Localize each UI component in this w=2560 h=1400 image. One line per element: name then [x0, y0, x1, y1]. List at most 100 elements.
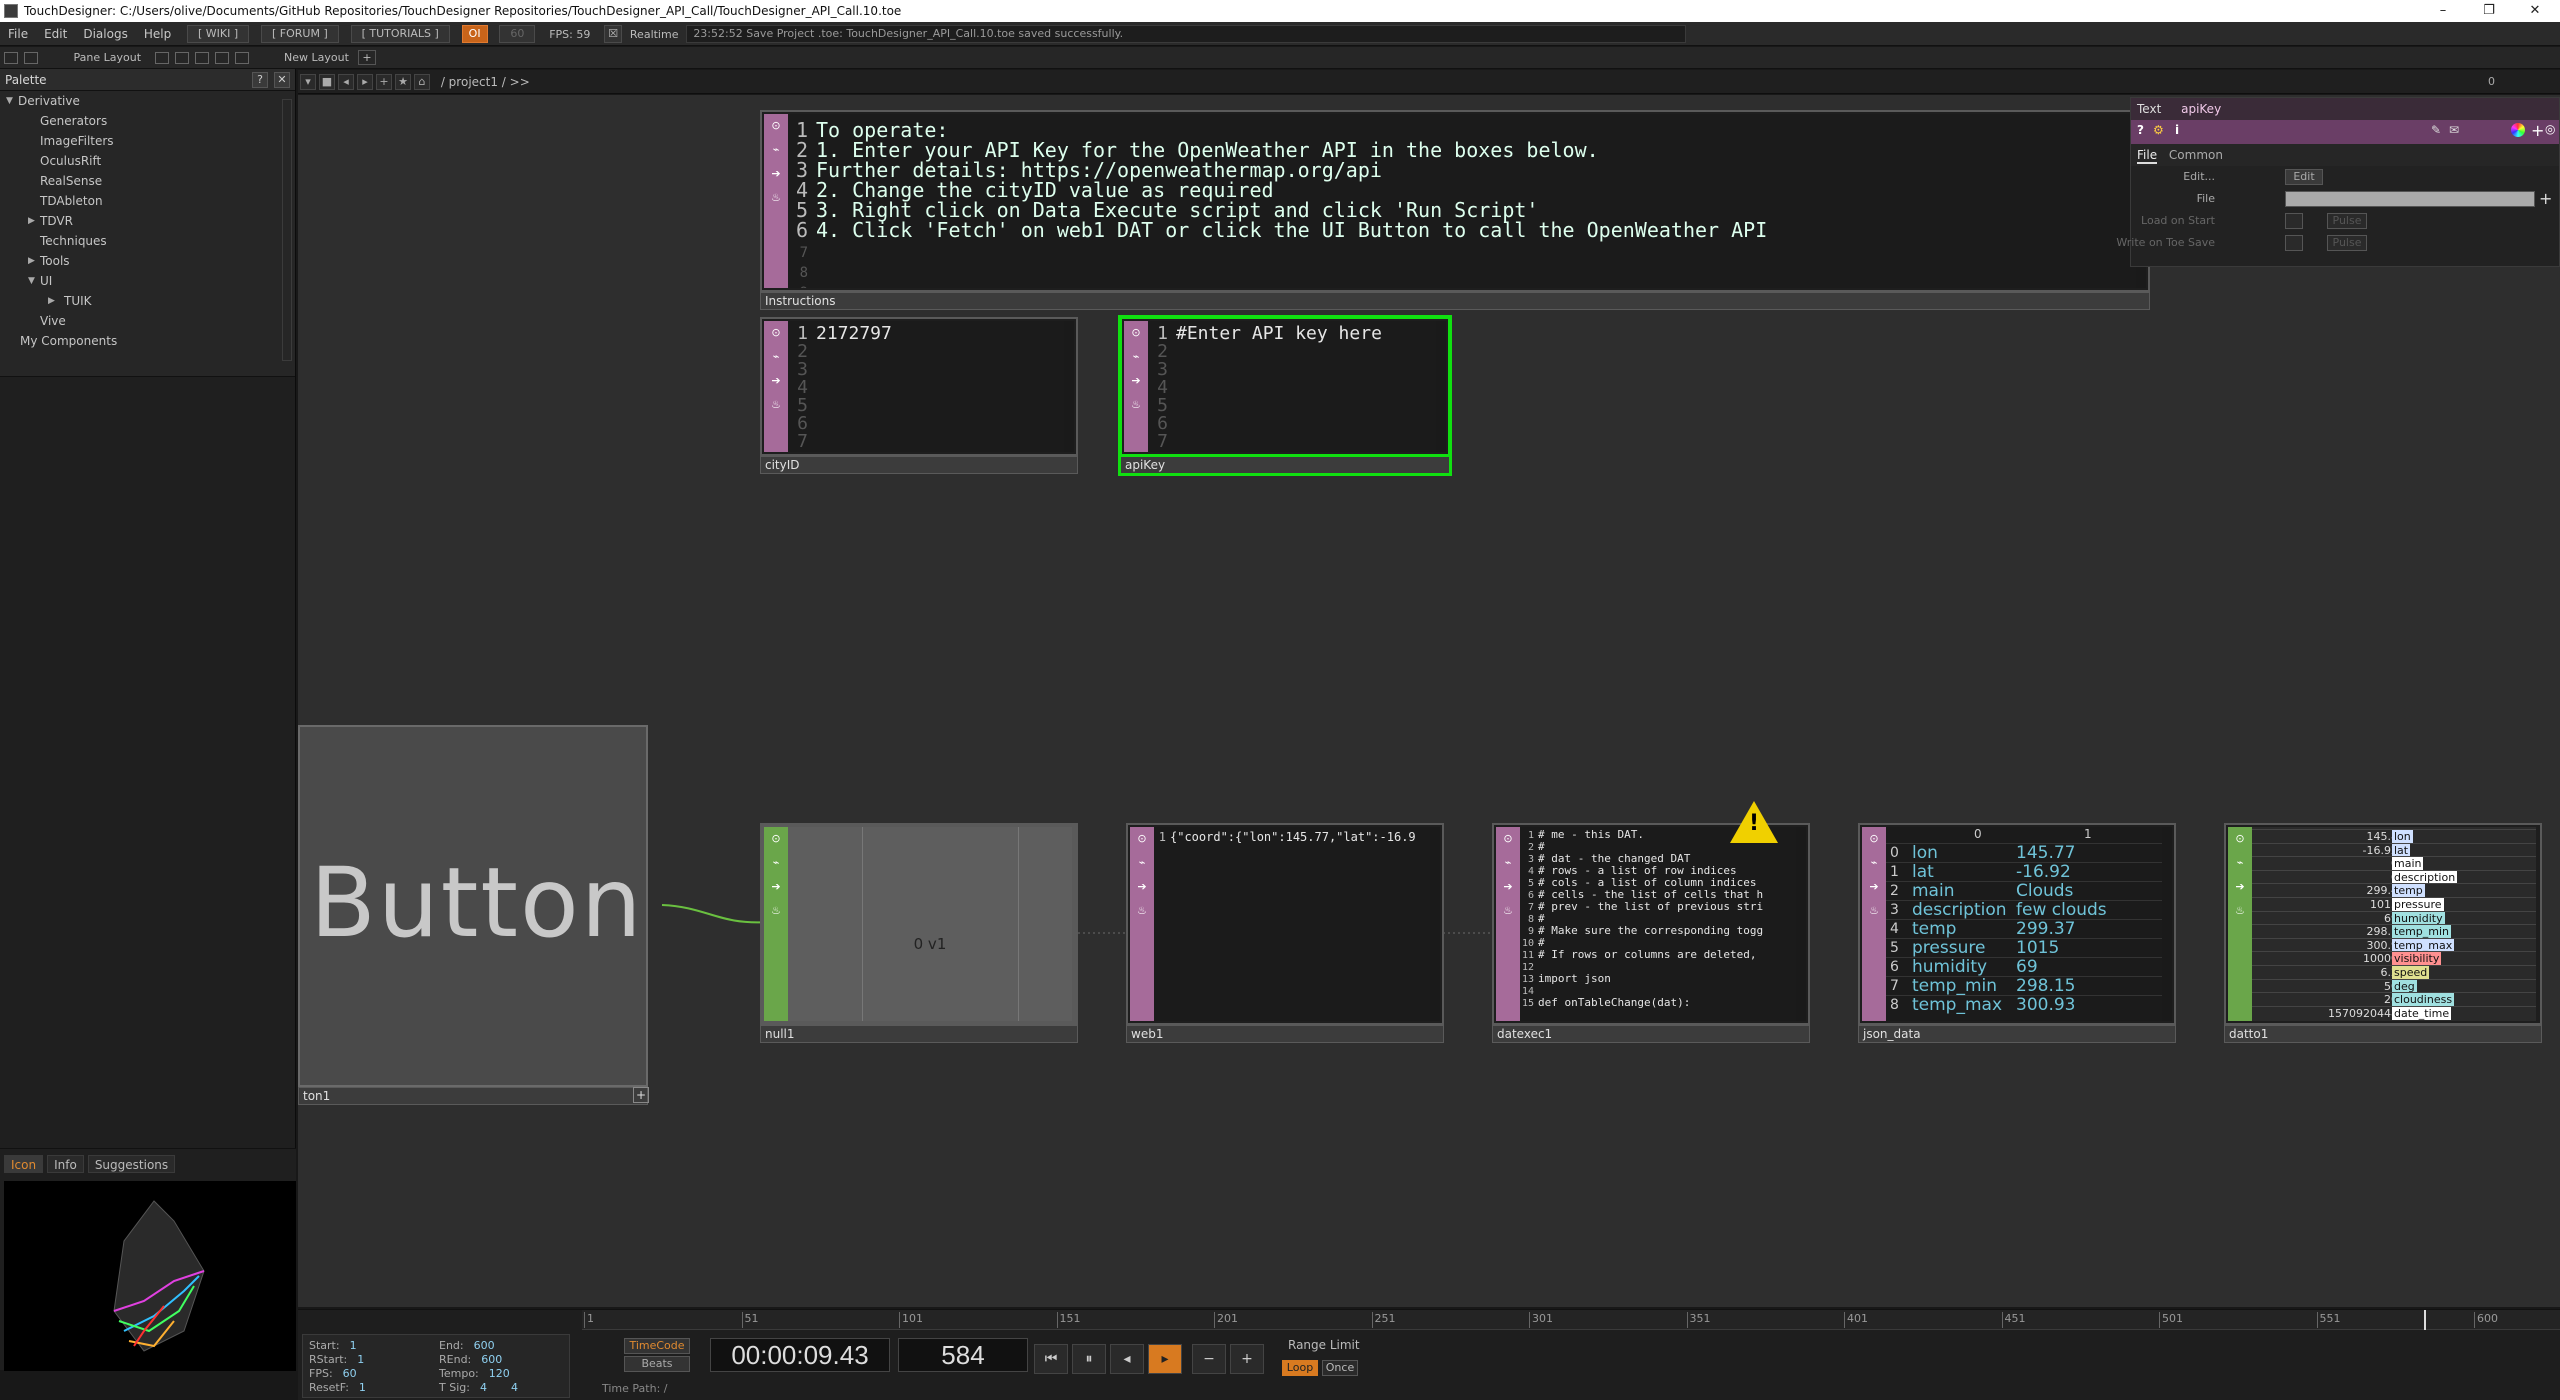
table-row[interactable]: 3 description few clouds	[1886, 900, 2162, 920]
json-data-table[interactable]: 0 1 0 lon 145.77 1 lat -16.92 2 main Clouds 3 desc…	[1886, 827, 2162, 1021]
op-name-label[interactable]: json_data	[1858, 1025, 2176, 1043]
menu-file[interactable]: File	[0, 22, 36, 46]
table-row[interactable]: 1 lat -16.92	[1886, 862, 2162, 882]
viewer-icon[interactable]: ⊙	[1134, 831, 1150, 847]
palette-item[interactable]: ▼ Derivative	[0, 91, 295, 111]
palette-item[interactable]: TDAbleton	[0, 191, 295, 211]
export-icon[interactable]: ➔	[1134, 879, 1150, 895]
write-on-save-toggle[interactable]	[2285, 235, 2303, 251]
table-cell[interactable]: 0	[1890, 844, 1899, 863]
palette-item[interactable]: OculusRift	[0, 151, 295, 171]
param-op-name[interactable]: apiKey	[2181, 102, 2221, 116]
table-cell[interactable]: 7	[1890, 977, 1899, 996]
op-body[interactable]: ⊙ ⌁ ➔ ♨ 1 # me - this DAT. 2 #3 # dat - the …	[1492, 823, 1810, 1025]
table-row[interactable]: 5 pressure 1015	[1886, 938, 2162, 958]
table-cell[interactable]: Clouds	[2016, 882, 2073, 901]
export-icon[interactable]: ➔	[1866, 879, 1882, 895]
table-cell[interactable]: 4	[1890, 920, 1899, 939]
new-layout-label[interactable]: New Layout	[284, 51, 349, 64]
network-editor[interactable]: ⊙ ⌁ ➔ ♨ 1 To operate: 2 1. Enter your API K…	[298, 95, 2560, 1307]
once-button[interactable]: Once	[1322, 1360, 1358, 1376]
info-icon[interactable]: i	[2175, 123, 2179, 137]
tab-info[interactable]: Info	[47, 1155, 84, 1173]
table-cell[interactable]: 1	[1890, 863, 1899, 882]
palette-item[interactable]: ▼ UI	[0, 271, 295, 291]
layout-icon[interactable]	[24, 52, 38, 64]
fps-limit-button[interactable]: 60	[499, 25, 536, 43]
maximize-button[interactable]: ❐	[2466, 0, 2512, 22]
palette-item[interactable]: ▶ TDVR	[0, 211, 295, 231]
table-row[interactable]: 0 lon 145.77	[1886, 843, 2162, 863]
bypass-icon[interactable]: ♨	[768, 903, 784, 919]
menu-help[interactable]: Help	[136, 22, 179, 46]
palette-item[interactable]: Techniques	[0, 231, 295, 251]
viewer-icon[interactable]: ⊙	[768, 831, 784, 847]
op-scrollbar[interactable]	[1796, 827, 1806, 1021]
wiki-button[interactable]: [ WIKI ]	[187, 25, 250, 43]
edit-button[interactable]: Edit	[2285, 169, 2323, 185]
timeline-ruler[interactable]: 1 51 101 151 201 251 301 351 401 451 501 551 600	[582, 1310, 2560, 1330]
table-row[interactable]: 7 temp_min 298.15	[1886, 976, 2162, 996]
edit-icon[interactable]: ⌁	[2232, 855, 2248, 871]
minimize-button[interactable]: –	[2420, 0, 2466, 22]
json-data-dat[interactable]: ⊙ ⌁ ➔ ♨ 0 1 0 lon 145.77 1 lat -16.92 2 main Clo…	[1858, 823, 2176, 1043]
palette-item[interactable]: Vive	[0, 311, 295, 331]
tab-file[interactable]: File	[2137, 148, 2158, 164]
op-body[interactable]: ⊙ ⌁ ➔ ♨ 0 1 0 lon 145.77 1 lat -16.92 2 main Clo…	[1858, 823, 2176, 1025]
datto1-chop[interactable]: ⊙ ⌁ ➔ ♨ 145.8lon-16.92lat0main0descripti…	[2224, 823, 2542, 1043]
stop-icon[interactable]: ■	[319, 74, 335, 90]
null1-viewer[interactable]: 0 v1	[788, 827, 1072, 1021]
chevron-down-icon[interactable]: ▼	[6, 91, 13, 111]
edit-icon[interactable]: ⌁	[1134, 855, 1150, 871]
split-layout-icon[interactable]	[214, 52, 229, 64]
op-body[interactable]: ⊙ ⌁ ➔ ♨ 1 {"coord":{"lon":145.77,"lat":-1…	[1126, 823, 1444, 1025]
table-cell[interactable]: few clouds	[2016, 901, 2107, 920]
bypass-icon[interactable]: ♨	[1134, 903, 1150, 919]
palette-item[interactable]: ▶ TUIK	[0, 291, 295, 311]
web1-dat[interactable]: ⊙ ⌁ ➔ ♨ 1 {"coord":{"lon":145.77,"lat":-1…	[1126, 823, 1444, 1043]
export-icon[interactable]: ➔	[1500, 879, 1516, 895]
table-cell[interactable]: 69	[2016, 958, 2038, 977]
export-icon[interactable]: ➔	[768, 879, 784, 895]
palette-close-button[interactable]: ✕	[274, 72, 290, 88]
network-path[interactable]: / project1 / >>	[441, 75, 530, 89]
export-icon[interactable]: ➔	[2232, 879, 2248, 895]
add-icon[interactable]: +	[376, 74, 392, 90]
op-name-label[interactable]: web1	[1126, 1025, 1444, 1043]
file-field[interactable]	[2285, 191, 2535, 207]
table-cell[interactable]: temp_max	[1912, 996, 2002, 1015]
layout-icon[interactable]	[4, 52, 18, 64]
minus-button[interactable]: −	[1192, 1344, 1226, 1374]
chevron-down-icon[interactable]: ▼	[28, 271, 35, 291]
pin-icon[interactable]: ▾	[300, 74, 316, 90]
table-cell[interactable]: pressure	[1912, 939, 1985, 958]
plus-button[interactable]: +	[1230, 1344, 1264, 1374]
pulse-button[interactable]: Pulse	[2327, 235, 2367, 251]
split-layout-icon[interactable]	[234, 52, 249, 64]
realtime-checkbox[interactable]: ☒	[604, 25, 623, 43]
table-row[interactable]: 6 humidity 69	[1886, 957, 2162, 977]
table-cell[interactable]: 3	[1890, 901, 1899, 920]
op-scrollbar[interactable]	[2162, 827, 2172, 1021]
table-row[interactable]: 8 temp_max 300.93	[1886, 995, 2162, 1015]
color-wheel-icon[interactable]	[2511, 123, 2525, 137]
viewer-icon[interactable]: ⊙	[1866, 831, 1882, 847]
load-on-start-toggle[interactable]	[2285, 213, 2303, 229]
table-cell[interactable]: 300.93	[2016, 996, 2075, 1015]
viewer-icon[interactable]: ⊙	[2232, 831, 2248, 847]
pane-layout-label[interactable]: Pane Layout	[74, 51, 142, 64]
close-window-button[interactable]: ✕	[2512, 0, 2558, 22]
table-cell[interactable]: temp	[1912, 920, 1956, 939]
rewind-icon[interactable]: ⏮	[1034, 1344, 1068, 1374]
table-cell[interactable]: 6	[1890, 958, 1899, 977]
target-icon[interactable]: ◎	[2545, 122, 2555, 136]
time-display[interactable]: 00:00:09.43	[710, 1338, 890, 1372]
loop-button[interactable]: Loop	[1282, 1360, 1318, 1376]
bypass-icon[interactable]: ♨	[1866, 903, 1882, 919]
beats-button[interactable]: Beats	[624, 1356, 690, 1372]
datexec1-script[interactable]: 1 # me - this DAT. 2 #3 # dat - the changed …	[1520, 827, 1796, 1021]
palette-item[interactable]: Generators	[0, 111, 295, 131]
pulse-button[interactable]: Pulse	[2327, 213, 2367, 229]
bypass-icon[interactable]: ♨	[1500, 903, 1516, 919]
edit-icon[interactable]: ⌁	[1500, 855, 1516, 871]
